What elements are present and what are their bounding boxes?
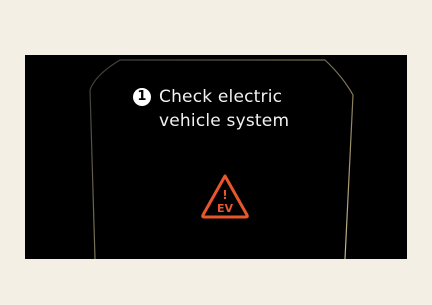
ev-label: EV [217,202,234,215]
page: 1 Check electric vehicle system ! EV [0,0,432,305]
message-line-2: vehicle system [133,109,353,133]
ev-warning-triangle-icon: ! EV [201,174,249,219]
warning-mark: ! [222,188,227,202]
message-text-line-1: Check electric [159,87,283,107]
message-text-line-2: vehicle system [159,111,290,131]
display-screen: 1 Check electric vehicle system ! EV [25,55,407,259]
number-badge: 1 [133,88,151,106]
warning-message: 1 Check electric vehicle system [133,85,353,133]
message-line-1: 1 Check electric [133,85,353,109]
